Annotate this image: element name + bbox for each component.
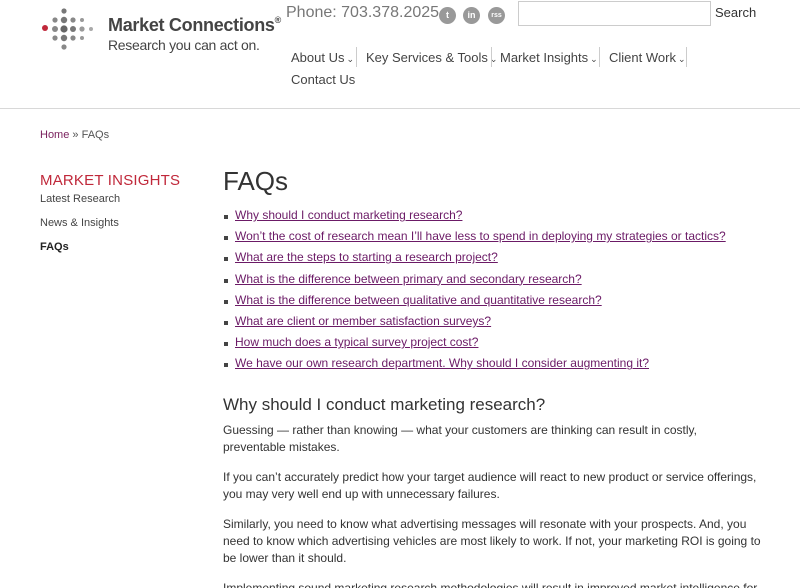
- faq-link-list: Why should I conduct marketing research?…: [223, 208, 726, 378]
- list-item: What are client or member satisfaction s…: [223, 314, 726, 335]
- search-button[interactable]: Search: [715, 5, 756, 20]
- faq-link[interactable]: We have our own research department. Why…: [235, 356, 649, 370]
- breadcrumb-home[interactable]: Home: [40, 129, 69, 141]
- logo-tagline: Research you can act on.: [108, 37, 260, 53]
- nav-client-work[interactable]: Client Work ⌄: [609, 49, 686, 67]
- breadcrumb: Home » FAQs: [40, 129, 109, 141]
- sidebar-title: MARKET INSIGHTS: [40, 172, 181, 189]
- faq-link[interactable]: What are the steps to starting a researc…: [235, 250, 498, 264]
- chevron-down-icon: ⌄: [677, 54, 686, 64]
- nav-divider: [686, 47, 687, 67]
- list-item: Why should I conduct marketing research?: [223, 208, 726, 229]
- nav-divider: [491, 47, 492, 67]
- nav-market-insights[interactable]: Market Insights ⌄: [500, 49, 598, 67]
- site-logo[interactable]: Market Connections® Research you can act…: [40, 6, 281, 56]
- breadcrumb-separator: »: [72, 129, 79, 141]
- twitter-icon[interactable]: t: [439, 7, 456, 24]
- chevron-down-icon: ⌄: [590, 54, 598, 64]
- nav-contact-us[interactable]: Contact Us: [291, 72, 355, 87]
- sidebar-item-news-insights[interactable]: News & Insights: [40, 217, 119, 229]
- nav-label: Client Work: [609, 50, 676, 65]
- chevron-down-icon: ⌄: [346, 54, 355, 64]
- nav-label: About Us: [291, 50, 345, 65]
- list-item: What are the steps to starting a researc…: [223, 250, 726, 271]
- answer-paragraph: Similarly, you need to know what adverti…: [223, 517, 761, 565]
- faq-link[interactable]: How much does a typical survey project c…: [235, 335, 478, 349]
- list-item: What is the difference between primary a…: [223, 272, 726, 293]
- rss-icon[interactable]: rss: [488, 7, 505, 24]
- nav-label: Market Insights: [500, 50, 589, 65]
- list-item: What is the difference between qualitati…: [223, 293, 726, 314]
- list-item: How much does a typical survey project c…: [223, 335, 726, 356]
- list-item: We have our own research department. Why…: [223, 356, 726, 377]
- search-input[interactable]: [518, 1, 711, 26]
- sidebar-item-latest-research[interactable]: Latest Research: [40, 193, 120, 205]
- faq-link[interactable]: What is the difference between qualitati…: [235, 293, 602, 307]
- faq-link[interactable]: Why should I conduct marketing research?: [235, 208, 462, 222]
- nav-divider: [356, 47, 357, 67]
- nav-about-us[interactable]: About Us ⌄: [291, 49, 354, 67]
- linkedin-icon[interactable]: in: [463, 7, 480, 24]
- phone-number: Phone: 703.378.2025: [286, 4, 440, 21]
- nav-key-services[interactable]: Key Services & Tools ⌄: [366, 49, 497, 67]
- answer-paragraph: Guessing — rather than knowing — what yo…: [223, 423, 697, 454]
- section-heading: Why should I conduct marketing research?: [223, 395, 546, 414]
- answer-paragraph: If you can’t accurately predict how your…: [223, 470, 757, 501]
- answer-paragraph: Implementing sound marketing research me…: [223, 581, 758, 588]
- faq-link[interactable]: What is the difference between primary a…: [235, 272, 582, 286]
- breadcrumb-current: FAQs: [81, 129, 110, 141]
- logo-name: Market Connections®: [108, 15, 281, 35]
- page-title: FAQs: [223, 166, 289, 196]
- faq-link[interactable]: What are client or member satisfaction s…: [235, 314, 491, 328]
- sidebar-item-faqs[interactable]: FAQs: [40, 241, 69, 253]
- logo-dots-icon: [42, 8, 93, 50]
- nav-divider: [599, 47, 600, 67]
- faq-link[interactable]: Won’t the cost of research mean I’ll hav…: [235, 229, 726, 243]
- site-header: Market Connections® Research you can act…: [0, 0, 800, 109]
- list-item: Won’t the cost of research mean I’ll hav…: [223, 229, 726, 250]
- nav-label: Key Services & Tools: [366, 50, 488, 65]
